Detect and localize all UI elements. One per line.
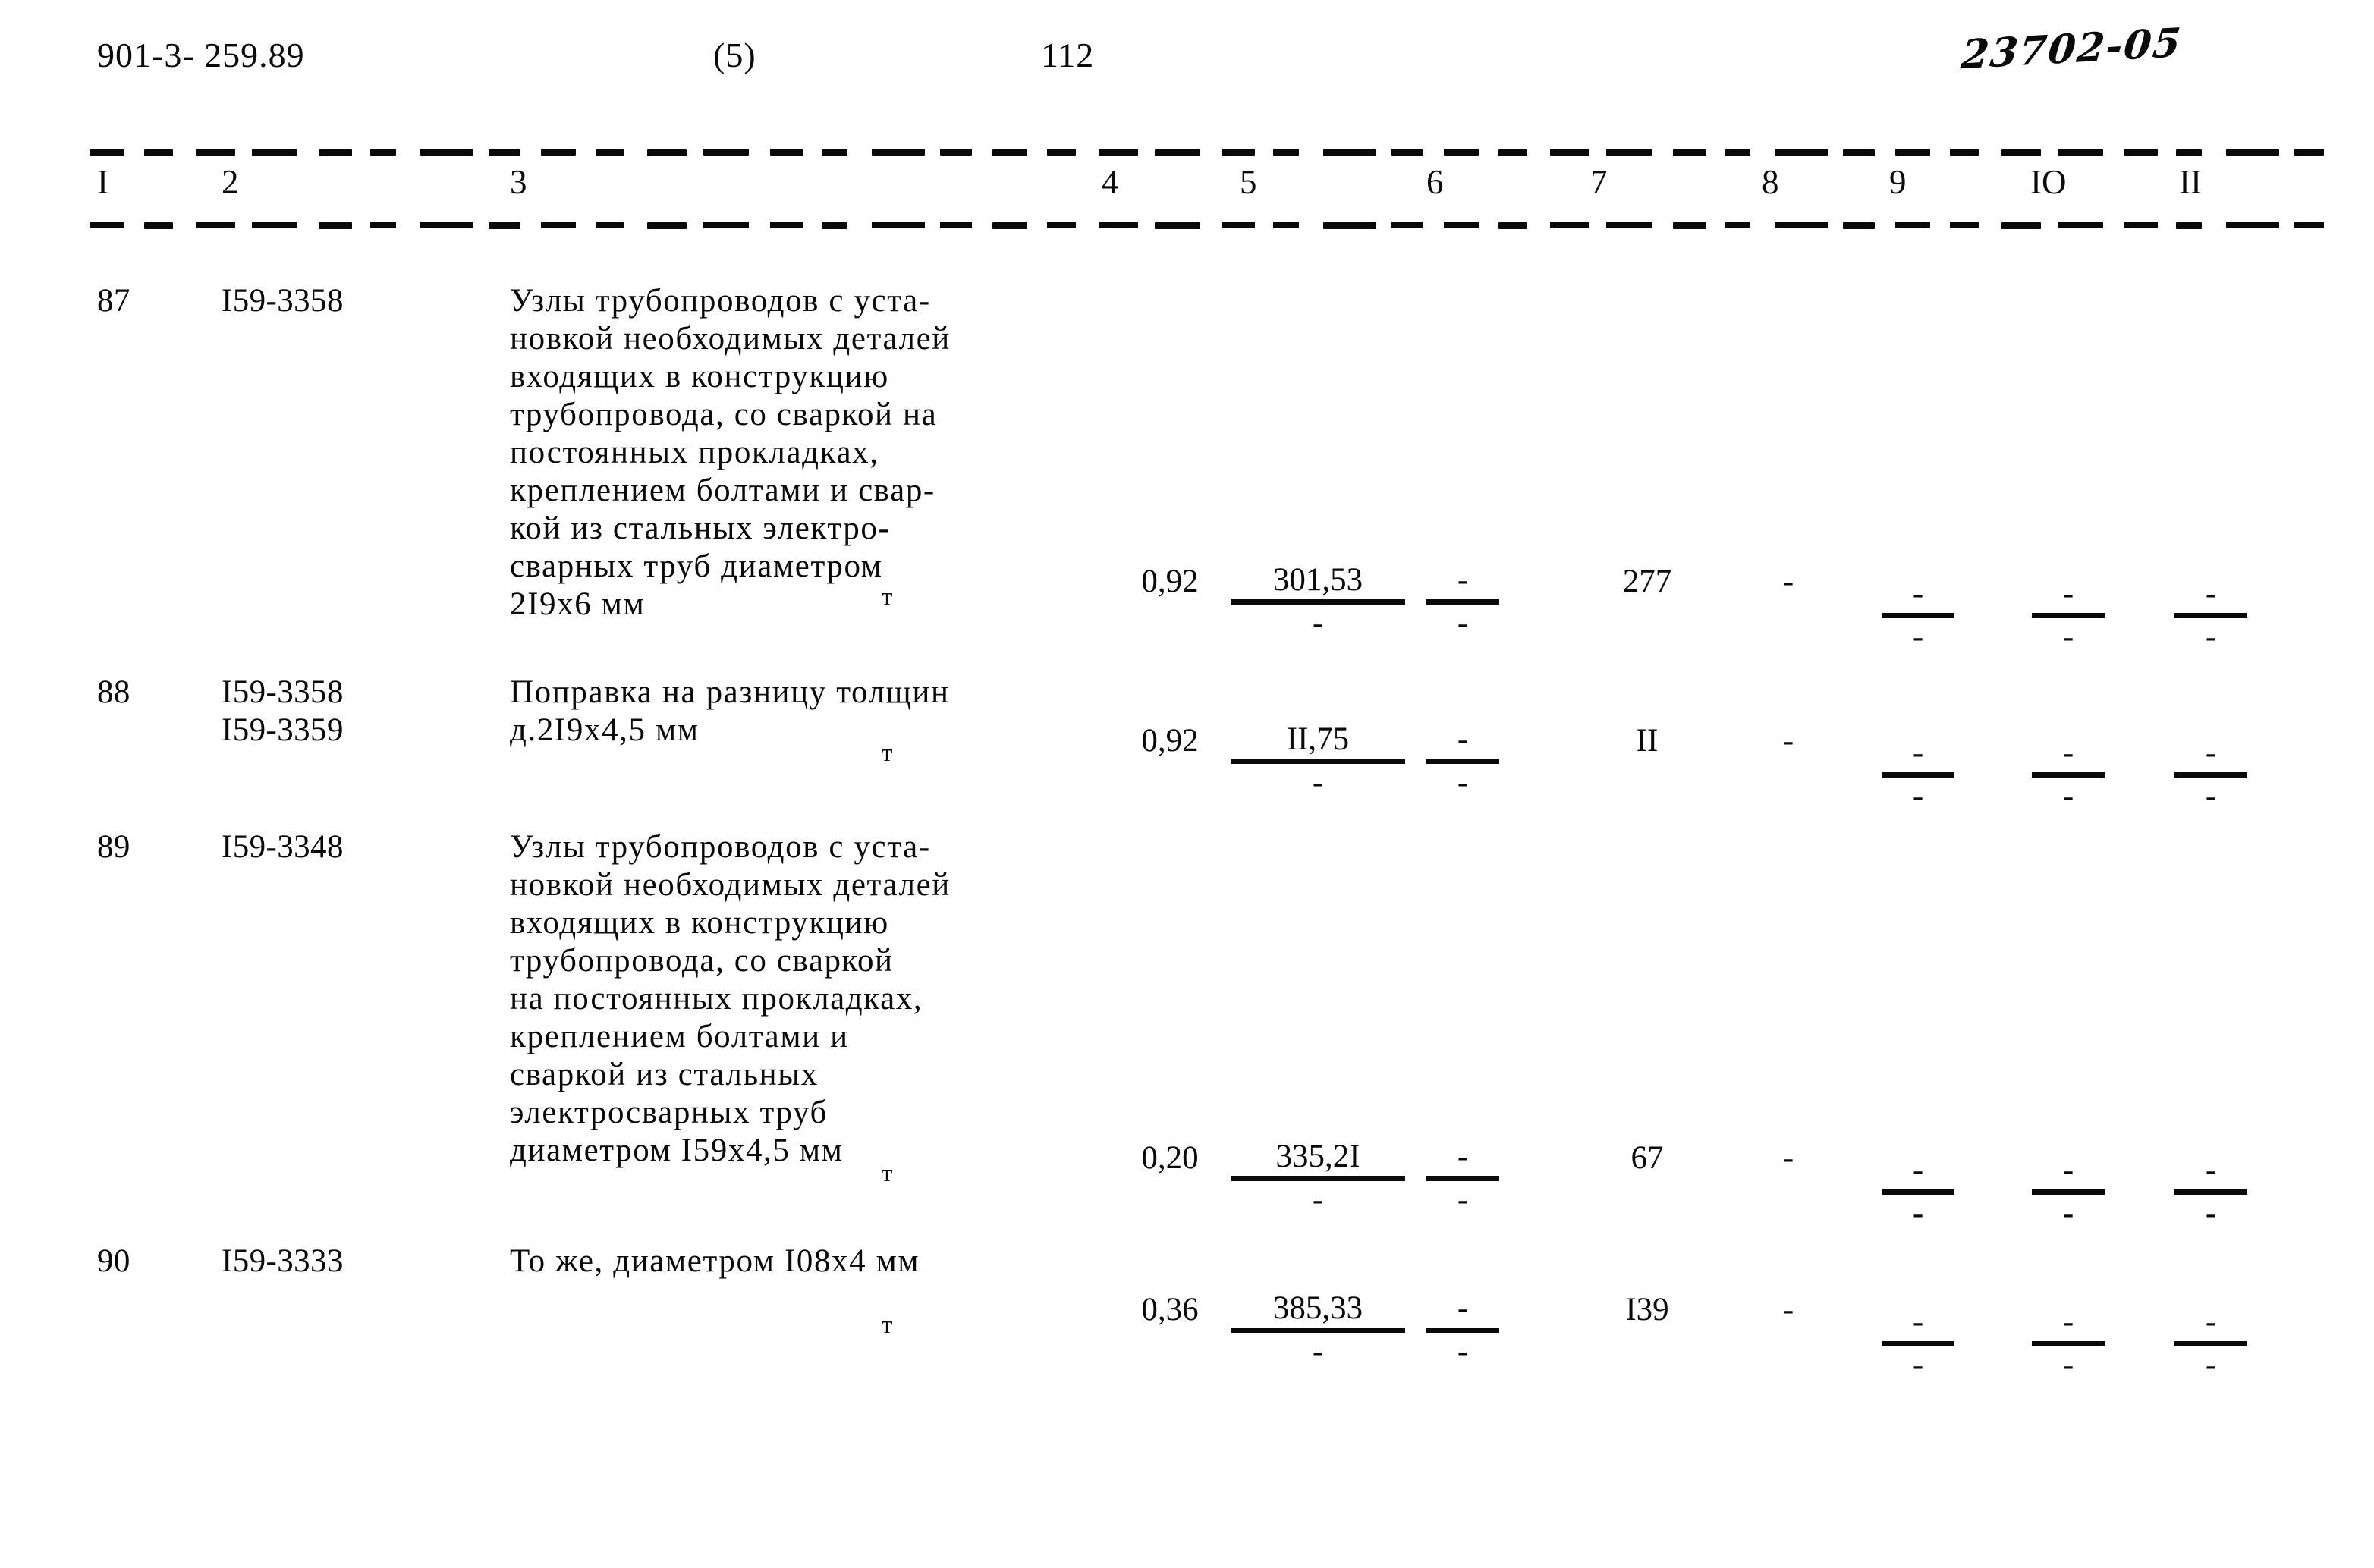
row-col11-fraction: -- — [2174, 1153, 2247, 1231]
row-col8-value: - — [1782, 723, 1794, 759]
row-col9-fraction: -- — [1882, 577, 1954, 655]
row-col10-fraction: -- — [2032, 1153, 2105, 1231]
row-col11-fraction-numerator: - — [2174, 736, 2247, 778]
row-col11-fraction-numerator: - — [2174, 577, 2247, 618]
row-code: I59-3358 — [222, 283, 344, 319]
row-col10-fraction: -- — [2032, 1305, 2105, 1383]
row-col6-fraction: -- — [1426, 1291, 1499, 1369]
row-col4-value: 0,92 — [1141, 564, 1199, 599]
row-col10-fraction-numerator: - — [2032, 577, 2105, 618]
row-col10-fraction-numerator: - — [2032, 1305, 2105, 1346]
row-col10-fraction-numerator: - — [2032, 736, 2105, 778]
row-col10-fraction: -- — [2032, 577, 2105, 655]
row-col6-fraction-numerator: - — [1426, 1291, 1499, 1333]
row-col10-fraction-numerator: - — [2032, 1153, 2105, 1195]
row-col4-value: 0,20 — [1141, 1140, 1199, 1176]
row-col8-value: - — [1782, 1140, 1794, 1176]
row-number: 88 — [97, 674, 130, 710]
row-col11-fraction: -- — [2174, 736, 2247, 814]
row-code: I59-3333 — [222, 1243, 344, 1279]
row-code: I59-3348 — [222, 829, 344, 865]
row-col6-fraction-numerator: - — [1426, 563, 1499, 605]
row-col8-value: - — [1782, 1292, 1794, 1328]
row-col5-fraction: II,75- — [1231, 722, 1405, 800]
row-col11-fraction: -- — [2174, 577, 2247, 655]
row-col9-fraction-denominator: - — [1912, 1347, 1924, 1383]
row-col5-fraction-denominator: - — [1312, 1182, 1324, 1218]
row-number: 87 — [97, 283, 130, 319]
row-col5-fraction-denominator: - — [1312, 765, 1324, 800]
row-col9-fraction-numerator: - — [1882, 1153, 1954, 1195]
row-col9-fraction-numerator: - — [1882, 1305, 1954, 1346]
row-col5-fraction-numerator: 301,53 — [1231, 563, 1405, 605]
scanned-page: 901-3- 259.89 (5) 112 23702-05 I23456789… — [0, 0, 2374, 1568]
row-number: 89 — [97, 829, 130, 865]
row-col10-fraction-denominator: - — [2062, 1347, 2074, 1383]
row-col6-fraction-numerator: - — [1426, 722, 1499, 764]
row-number: 90 — [97, 1243, 130, 1279]
row-col10-fraction: -- — [2032, 736, 2105, 814]
row-col6-fraction-denominator: - — [1457, 605, 1469, 641]
row-col9-fraction-denominator: - — [1912, 778, 1924, 814]
row-col11-fraction-denominator: - — [2205, 619, 2217, 655]
row-description: Узлы трубопроводов с уста- новкой необхо… — [510, 283, 951, 622]
row-col6-fraction-denominator: - — [1457, 765, 1469, 800]
row-unit: т — [882, 583, 893, 611]
row-code: I59-3358 I59-3359 — [222, 674, 344, 748]
row-unit: т — [882, 1312, 893, 1339]
row-col9-fraction-numerator: - — [1882, 577, 1954, 618]
table-body: 87 I59-3358 Узлы трубопроводов с уста- нов… — [0, 0, 2374, 1568]
row-col11-fraction-denominator: - — [2205, 778, 2217, 814]
row-col5-fraction: 301,53- — [1231, 563, 1405, 641]
row-description: Узлы трубопроводов с уста- новкой необхо… — [510, 829, 951, 1168]
row-col7-value: 67 — [1630, 1140, 1664, 1176]
row-col8-value: - — [1782, 564, 1794, 599]
row-unit: т — [882, 740, 893, 767]
row-col6-fraction: -- — [1426, 563, 1499, 641]
row-col9-fraction-denominator: - — [1912, 619, 1924, 655]
row-col5-fraction: 335,2I - — [1231, 1139, 1405, 1218]
row-col10-fraction-denominator: - — [2062, 1196, 2074, 1231]
row-col10-fraction-denominator: - — [2062, 778, 2074, 814]
row-col5-fraction-numerator: II,75 — [1231, 722, 1405, 764]
row-col5-fraction-denominator: - — [1312, 605, 1324, 641]
row-col4-value: 0,36 — [1141, 1292, 1199, 1328]
row-col9-fraction: -- — [1882, 736, 1954, 814]
row-col6-fraction: -- — [1426, 722, 1499, 800]
row-col7-value: I39 — [1625, 1292, 1669, 1328]
row-col9-fraction-denominator: - — [1912, 1196, 1924, 1231]
row-col11-fraction-numerator: - — [2174, 1305, 2247, 1346]
row-col11-fraction-denominator: - — [2205, 1196, 2217, 1231]
row-col9-fraction: -- — [1882, 1305, 1954, 1383]
row-col5-fraction: 385,33- — [1231, 1291, 1405, 1369]
row-col6-fraction: -- — [1426, 1139, 1499, 1218]
row-col7-value: II — [1636, 723, 1659, 759]
row-col11-fraction-denominator: - — [2205, 1347, 2217, 1383]
row-col5-fraction-denominator: - — [1312, 1334, 1324, 1369]
row-col11-fraction-numerator: - — [2174, 1153, 2247, 1195]
row-col6-fraction-numerator: - — [1426, 1139, 1499, 1181]
row-col11-fraction: -- — [2174, 1305, 2247, 1383]
row-unit: т — [882, 1160, 893, 1187]
row-col9-fraction-numerator: - — [1882, 736, 1954, 778]
row-col6-fraction-denominator: - — [1457, 1182, 1469, 1218]
row-col4-value: 0,92 — [1141, 723, 1199, 759]
row-col5-fraction-numerator: 385,33 — [1231, 1291, 1405, 1333]
row-col5-fraction-numerator: 335,2I — [1231, 1139, 1405, 1181]
row-col9-fraction: -- — [1882, 1153, 1954, 1231]
row-col7-value: 277 — [1622, 564, 1672, 599]
row-description: То же, диаметром I08х4 мм — [510, 1243, 920, 1279]
row-col10-fraction-denominator: - — [2062, 619, 2074, 655]
row-col6-fraction-denominator: - — [1457, 1334, 1469, 1369]
